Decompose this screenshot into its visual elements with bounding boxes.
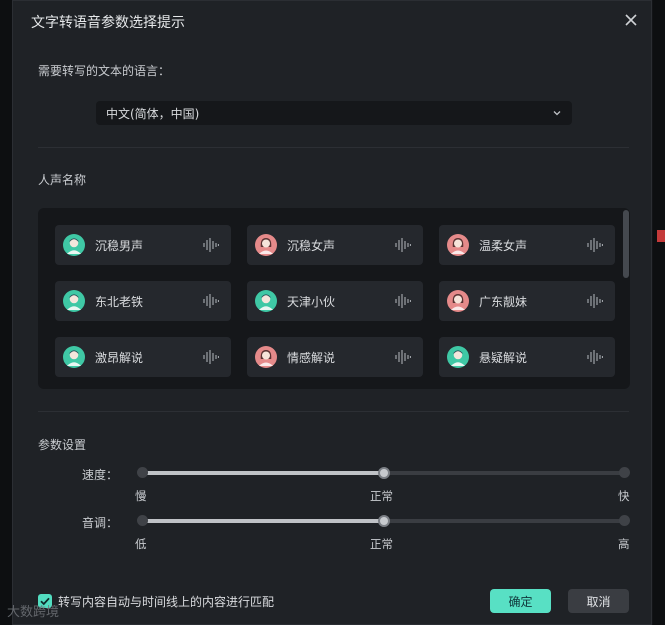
pitch-mid-label: 正常 [370,537,393,551]
pitch-max-dot [619,515,630,526]
close-icon [625,14,637,26]
sound-wave-icon[interactable] [587,294,603,308]
sound-wave-icon[interactable] [203,294,219,308]
voice-card[interactable]: 沉稳男声 [55,225,231,265]
sound-wave-icon[interactable] [203,238,219,252]
divider [38,411,629,412]
background-red-mark [657,230,665,242]
voice-name: 沉稳男声 [95,239,144,253]
pitch-min-dot [137,515,148,526]
speed-max-dot [619,467,630,478]
voice-card[interactable]: 温柔女声 [439,225,615,265]
voice-section-label: 人声名称 [38,173,87,187]
male-avatar-icon [63,290,85,312]
voice-card[interactable]: 悬疑解说 [439,337,615,377]
background-left-edge [0,0,12,625]
pitch-label: 音调： [82,516,119,530]
voice-name: 悬疑解说 [479,351,528,365]
sound-wave-icon[interactable] [587,350,603,364]
chevron-down-icon [553,111,561,116]
speed-slider-knob[interactable] [378,467,390,479]
pitch-min-label: 低 [135,537,147,551]
voice-card[interactable]: 天津小伙 [247,281,423,321]
speed-slider-fill [143,471,384,475]
sound-wave-icon[interactable] [395,350,411,364]
female-avatar-icon [447,234,469,256]
voice-name: 情感解说 [287,351,336,365]
sound-wave-icon[interactable] [587,238,603,252]
speed-label: 速度： [82,468,119,482]
voice-name: 温柔女声 [479,239,528,253]
sound-wave-icon[interactable] [395,294,411,308]
voice-card[interactable]: 广东靓妹 [439,281,615,321]
language-selected-value: 中文(简体，中国) [106,106,200,121]
voice-name: 沉稳女声 [287,239,336,253]
pitch-max-label: 高 [618,537,630,551]
sound-wave-icon[interactable] [395,238,411,252]
dialog-title: 文字转语音参数选择提示 [31,15,185,31]
voice-grid-panel: 沉稳男声 沉稳女声 温柔女声东北老铁 天津小伙 广东靓妹激昂解说 情感解说 悬疑解说 [38,208,630,389]
male-avatar-icon [63,346,85,368]
voice-scrollbar[interactable] [623,210,629,278]
sound-wave-icon[interactable] [203,350,219,364]
voice-name: 激昂解说 [95,351,144,365]
female-avatar-icon [447,290,469,312]
male-avatar-icon [447,346,469,368]
female-avatar-icon [255,346,277,368]
speed-min-dot [137,467,148,478]
language-label: 需要转写的文本的语言： [38,64,171,78]
params-section-label: 参数设置 [38,438,87,452]
voice-card[interactable]: 情感解说 [247,337,423,377]
confirm-button[interactable]: 确定 [490,589,551,613]
voice-card[interactable]: 沉稳女声 [247,225,423,265]
pitch-slider-fill [143,519,384,523]
voice-card[interactable]: 激昂解说 [55,337,231,377]
speed-min-label: 慢 [135,489,147,503]
voice-name: 广东靓妹 [479,295,528,309]
watermark: 大数跨境 [7,605,60,620]
speed-max-label: 快 [618,489,630,503]
tts-params-dialog: 文字转语音参数选择提示 需要转写的文本的语言： 中文(简体，中国) 人声名称 沉… [12,0,652,625]
background-right-edge [653,0,665,625]
male-avatar-icon [255,290,277,312]
auto-match-label[interactable]: 转写内容自动与时间线上的内容进行匹配 [58,593,274,610]
speed-mid-label: 正常 [370,489,393,503]
female-avatar-icon [255,234,277,256]
male-avatar-icon [63,234,85,256]
voice-name: 天津小伙 [287,295,336,309]
voice-name: 东北老铁 [95,295,144,309]
close-button[interactable] [621,10,641,30]
cancel-button[interactable]: 取消 [568,589,629,613]
divider [38,147,629,148]
pitch-slider-knob[interactable] [378,515,390,527]
language-dropdown[interactable]: 中文(简体，中国) [96,101,572,125]
voice-card[interactable]: 东北老铁 [55,281,231,321]
